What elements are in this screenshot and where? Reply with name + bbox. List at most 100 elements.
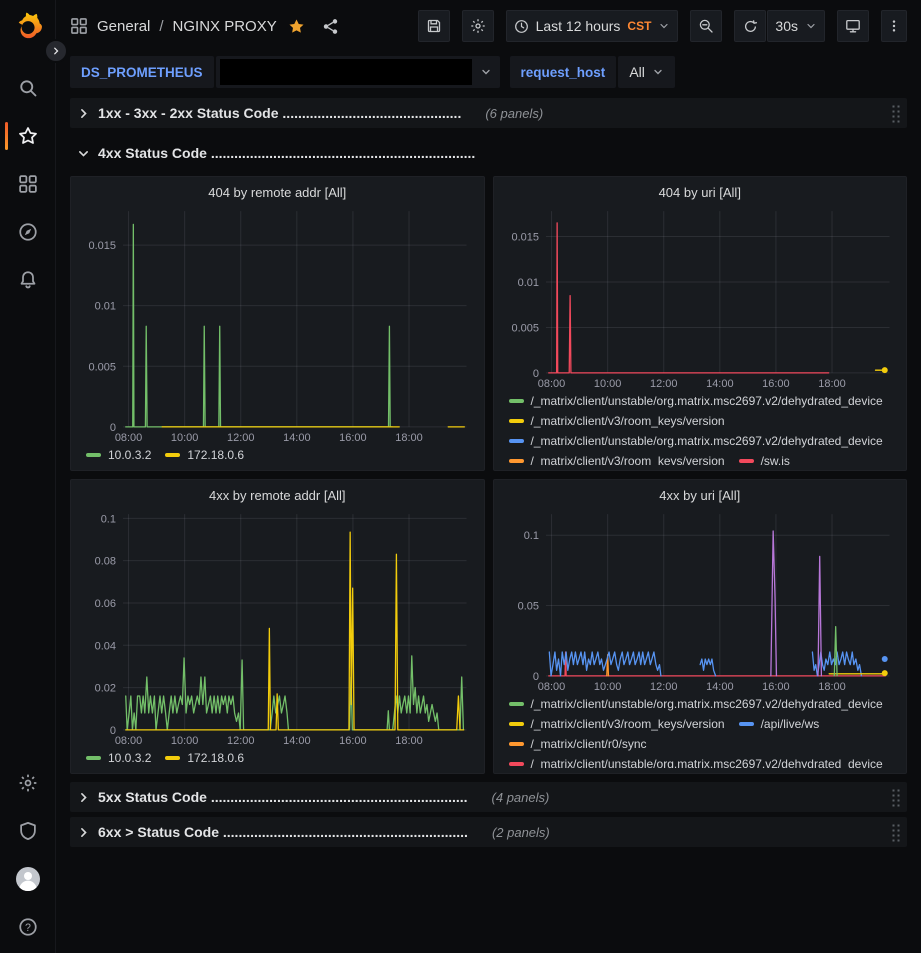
breadcrumb: General / NGINX PROXY (70, 17, 339, 35)
row-drag-handle[interactable] (891, 823, 900, 842)
sidebar-item-server-admin[interactable] (0, 807, 55, 855)
legend-swatch (86, 453, 101, 457)
svg-text:0.1: 0.1 (101, 513, 116, 525)
panel-4xx-by-remote-addr: 4xx by remote addr [All] 08:0010:0012:00… (70, 479, 485, 774)
sidebar-item-alerting[interactable] (0, 256, 55, 304)
dashboard-title[interactable]: NGINX PROXY (173, 18, 277, 35)
breadcrumb-separator: / (159, 18, 163, 35)
panel-title[interactable]: 4xx by uri [All] (502, 484, 899, 507)
star-icon (18, 126, 38, 146)
legend-item[interactable]: /_matrix/client/r0/sync (509, 735, 647, 752)
dashboard-body: 1xx - 3xx - 2xx Status Code ............… (56, 92, 921, 953)
share-icon[interactable] (322, 18, 339, 35)
chart-4xx-by-remote-addr[interactable]: 08:0010:0012:0014:0016:0018:0000.020.040… (79, 507, 476, 748)
refresh-button[interactable] (734, 10, 766, 42)
main-area: General / NGINX PROXY L (56, 0, 921, 953)
row-panel-count: (2 panels) (492, 825, 550, 840)
panel-title[interactable]: 404 by uri [All] (502, 181, 899, 204)
sidebar-item-configuration[interactable] (0, 759, 55, 807)
chevron-down-icon (658, 20, 670, 32)
row-title: 6xx > Status Code ......................… (98, 824, 468, 840)
time-zone-label: CST (627, 19, 651, 33)
legend-item[interactable]: /_matrix/client/unstable/org.matrix.msc2… (509, 392, 883, 409)
legend-item[interactable]: /_matrix/client/unstable/org.matrix.msc2… (509, 432, 883, 449)
refresh-interval-dropdown[interactable]: 30s (767, 10, 825, 42)
row-4xx[interactable]: 4xx Status Code ........................… (70, 138, 907, 168)
bell-icon (18, 270, 38, 290)
kebab-icon (887, 18, 901, 34)
legend-item[interactable]: 172.18.0.6 (165, 749, 244, 766)
row-drag-handle[interactable] (891, 788, 900, 807)
row-drag-handle[interactable] (891, 104, 900, 123)
topbar-actions: Last 12 hours CST 30s (418, 10, 907, 42)
row-title: 4xx Status Code ........................… (98, 145, 475, 161)
legend-item[interactable]: /_matrix/client/v3/room_keys/version (509, 412, 725, 429)
dashboards-grid-icon[interactable] (70, 17, 88, 35)
legend-item[interactable]: 10.0.3.2 (86, 749, 151, 766)
chart-4xx-by-uri[interactable]: 08:0010:0012:0014:0016:0018:0000.050.1 (502, 507, 899, 694)
legend-swatch (86, 756, 101, 760)
legend-label: /_matrix/client/unstable/org.matrix.msc2… (531, 697, 883, 711)
sidebar-item-help[interactable]: ? (0, 903, 55, 951)
svg-text:08:00: 08:00 (537, 681, 564, 693)
sidebar-expand-button[interactable] (44, 39, 68, 63)
svg-text:18:00: 18:00 (395, 432, 422, 444)
row-1xx-3xx-2xx[interactable]: 1xx - 3xx - 2xx Status Code ............… (70, 98, 907, 128)
legend-item[interactable]: /_matrix/client/unstable/org.matrix.msc2… (509, 695, 883, 712)
panel-title[interactable]: 404 by remote addr [All] (79, 181, 476, 204)
svg-text:18:00: 18:00 (818, 681, 845, 693)
legend-item[interactable]: /_matrix/client/unstable/org.matrix.msc2… (509, 755, 883, 768)
legend-item[interactable]: 10.0.3.2 (86, 446, 151, 463)
monitor-icon (845, 18, 861, 34)
legend-swatch (509, 742, 524, 746)
svg-text:18:00: 18:00 (818, 378, 845, 390)
legend-item[interactable]: /_matrix/client/v3/room_keys/version (509, 715, 725, 732)
row-5xx[interactable]: 5xx Status Code ........................… (70, 782, 907, 812)
svg-text:16:00: 16:00 (339, 735, 366, 747)
dashboard-settings-button[interactable] (462, 10, 494, 42)
variable-request-host-label[interactable]: request_host (510, 56, 617, 88)
legend-swatch (509, 702, 524, 706)
svg-text:0: 0 (532, 671, 538, 683)
panel-title[interactable]: 4xx by remote addr [All] (79, 484, 476, 507)
zoom-out-time-button[interactable] (690, 10, 722, 42)
variables-bar: DS_PROMETHEUS request_host All (56, 52, 921, 92)
sidebar-item-starred[interactable] (0, 112, 55, 160)
svg-text:0.02: 0.02 (95, 683, 116, 695)
row-title: 1xx - 3xx - 2xx Status Code ............… (98, 105, 461, 121)
variable-request-host: request_host All (510, 56, 675, 88)
sidebar-item-dashboards[interactable] (0, 160, 55, 208)
sidebar-item-search[interactable] (0, 64, 55, 112)
cycle-view-mode-button[interactable] (837, 10, 869, 42)
svg-text:12:00: 12:00 (650, 681, 677, 693)
favorite-star-icon[interactable] (288, 18, 305, 35)
sidebar-item-profile[interactable] (0, 855, 55, 903)
svg-text:10:00: 10:00 (171, 735, 198, 747)
chevron-right-icon (51, 46, 61, 56)
sidebar-item-explore[interactable] (0, 208, 55, 256)
chart-404-by-remote-addr[interactable]: 08:0010:0012:0014:0016:0018:0000.0050.01… (79, 204, 476, 445)
panel-4xx-by-uri: 4xx by uri [All] 08:0010:0012:0014:0016:… (493, 479, 908, 774)
svg-text:08:00: 08:00 (537, 378, 564, 390)
more-options-button[interactable] (881, 10, 907, 42)
variable-ds-label[interactable]: DS_PROMETHEUS (70, 56, 214, 88)
panel-legend: 10.0.3.2 172.18.0.6 (79, 748, 476, 768)
chart-404-by-uri[interactable]: 08:0010:0012:0014:0016:0018:0000.0050.01… (502, 204, 899, 391)
legend-item[interactable]: /_matrix/client/v3/room_keys/version (509, 452, 725, 465)
legend-label: /_matrix/client/r0/sync (531, 737, 647, 751)
panel-legend: /_matrix/client/unstable/org.matrix.msc2… (502, 391, 899, 465)
legend-item[interactable]: 172.18.0.6 (165, 446, 244, 463)
variable-ds-value-dropdown[interactable] (216, 56, 500, 88)
breadcrumb-folder[interactable]: General (97, 18, 150, 35)
svg-text:0: 0 (110, 422, 116, 434)
legend-item[interactable]: /sw.js (739, 452, 790, 465)
grafana-logo[interactable] (11, 8, 45, 42)
legend-swatch (509, 459, 524, 463)
row-6xx[interactable]: 6xx > Status Code ......................… (70, 817, 907, 847)
legend-item[interactable]: /api/live/ws (739, 715, 820, 732)
row-panel-count: (4 panels) (492, 790, 550, 805)
variable-request-host-dropdown[interactable]: All (618, 56, 675, 88)
time-range-picker[interactable]: Last 12 hours CST (506, 10, 679, 42)
help-icon: ? (18, 917, 38, 937)
save-dashboard-button[interactable] (418, 10, 450, 42)
